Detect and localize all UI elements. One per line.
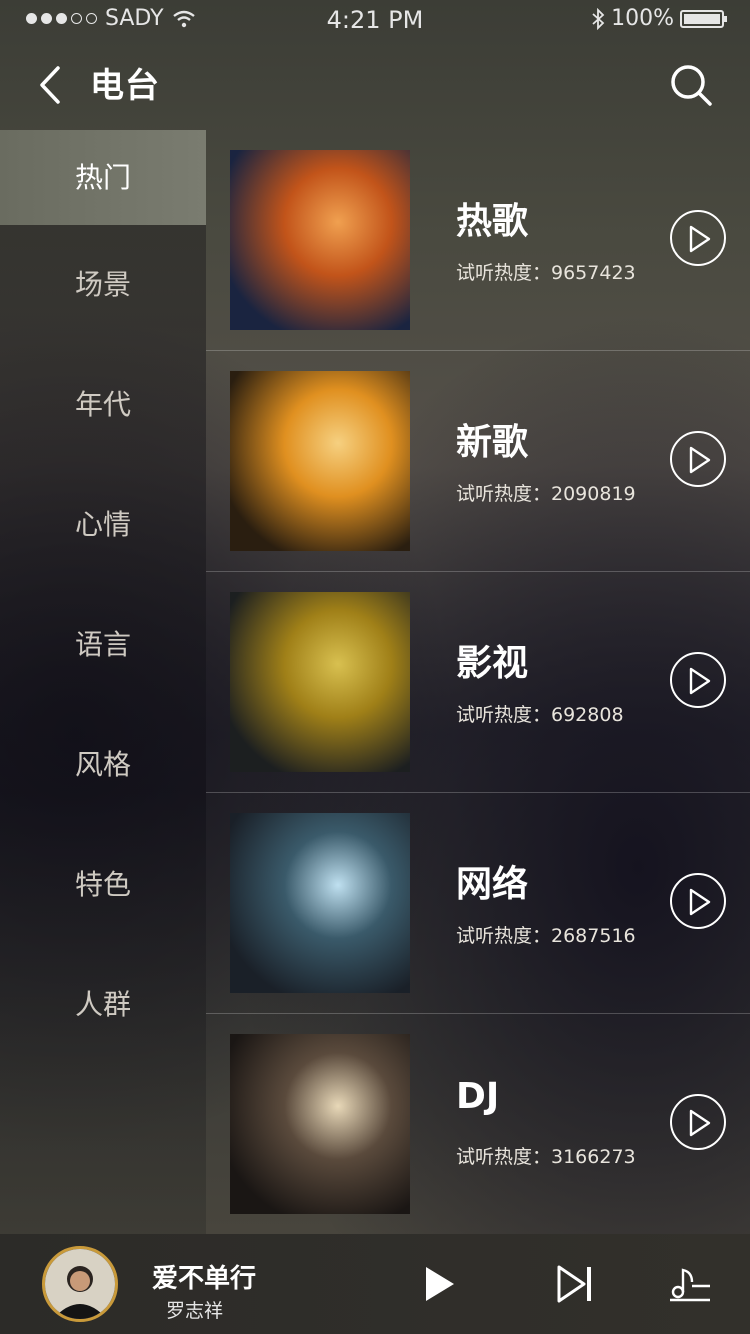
battery-icon [680, 9, 727, 28]
station-list: 热歌 试听热度：9657423 新歌 试听热度：2090819 影视 试听热度：… [206, 130, 750, 1235]
album-avatar[interactable] [42, 1246, 118, 1322]
play-button[interactable] [670, 873, 726, 929]
next-track-icon[interactable] [556, 1264, 596, 1304]
station-row[interactable]: 网络 试听热度：2687516 [206, 793, 750, 1014]
sidebar-item-scene[interactable]: 场景 [0, 225, 206, 345]
play-icon [689, 667, 711, 695]
play-icon [689, 1109, 711, 1137]
station-plays: 试听热度：9657423 [456, 262, 636, 284]
sidebar-item-crowd[interactable]: 人群 [0, 945, 206, 1065]
station-plays: 试听热度：3166273 [456, 1146, 636, 1168]
station-plays: 试听热度：692808 [456, 704, 624, 726]
station-thumbnail[interactable] [230, 813, 410, 993]
back-arrow-icon[interactable] [30, 60, 70, 110]
station-thumbnail[interactable] [230, 592, 410, 772]
category-sidebar: 热门 场景 年代 心情 语言 风格 特色 人群 [0, 130, 206, 1234]
page-title: 电台 [90, 66, 160, 106]
station-title: 热歌 [456, 201, 529, 242]
station-thumbnail[interactable] [230, 1034, 410, 1214]
play-icon[interactable] [420, 1264, 460, 1304]
sidebar-item-mood[interactable]: 心情 [0, 465, 206, 585]
station-thumbnail[interactable] [230, 150, 410, 330]
artist-photo [45, 1249, 115, 1319]
bluetooth-icon [592, 7, 605, 30]
station-title: 新歌 [456, 422, 529, 463]
status-bar: SADY 4:21 PM 100% [0, 0, 750, 40]
play-button[interactable] [670, 431, 726, 487]
song-title: 爱不单行 [152, 1264, 257, 1294]
station-row[interactable]: 影视 试听热度：692808 [206, 572, 750, 793]
play-button[interactable] [670, 652, 726, 708]
station-plays: 试听热度：2687516 [456, 925, 636, 947]
search-icon[interactable] [668, 62, 714, 108]
nav-bar: 电台 [0, 40, 750, 130]
station-row[interactable]: 新歌 试听热度：2090819 [206, 351, 750, 572]
status-right: 100% [591, 6, 727, 31]
station-plays: 试听热度：2090819 [456, 483, 636, 505]
sidebar-item-feature[interactable]: 特色 [0, 825, 206, 945]
sidebar-item-style[interactable]: 风格 [0, 705, 206, 825]
playlist-icon[interactable] [668, 1264, 714, 1304]
play-button[interactable] [670, 1094, 726, 1150]
song-artist: 罗志祥 [166, 1300, 224, 1322]
station-title: 影视 [456, 643, 529, 684]
sidebar-item-language[interactable]: 语言 [0, 585, 206, 705]
play-button[interactable] [670, 210, 726, 266]
station-title: 网络 [456, 864, 529, 905]
station-thumbnail[interactable] [230, 371, 410, 551]
battery-percent: 100% [611, 6, 674, 31]
station-row[interactable]: DJ 试听热度：3166273 [206, 1014, 750, 1235]
sidebar-item-era[interactable]: 年代 [0, 345, 206, 465]
station-row[interactable]: 热歌 试听热度：9657423 [206, 130, 750, 351]
mini-player[interactable]: 爱不单行 罗志祥 [0, 1234, 750, 1334]
play-icon [689, 446, 711, 474]
station-title: DJ [456, 1076, 500, 1117]
play-icon [689, 225, 711, 253]
play-icon [689, 888, 711, 916]
sidebar-item-hot[interactable]: 热门 [0, 130, 206, 225]
